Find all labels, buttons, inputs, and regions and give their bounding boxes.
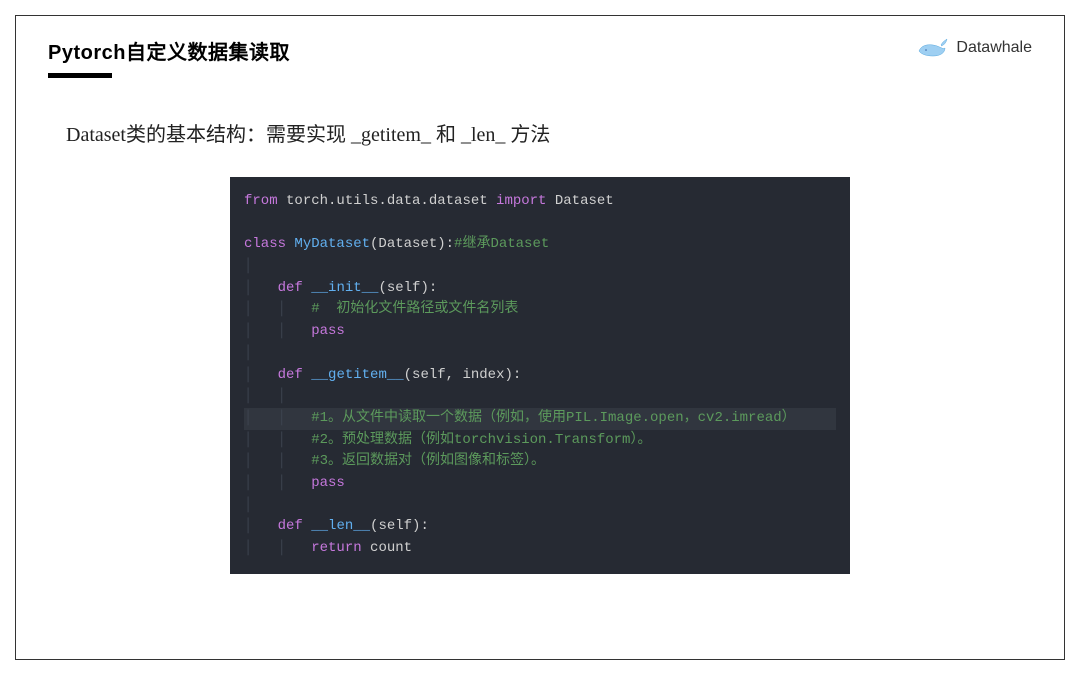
init-comment: # 初始化文件路径或文件名列表 [311, 301, 518, 317]
import-name: Dataset [546, 193, 613, 209]
slide-frame: Pytorch自定义数据集读取 Datawhale Dataset类的基本结构：… [15, 15, 1065, 660]
kw-def-getitem: def [278, 367, 303, 383]
getitem-pass: pass [311, 475, 345, 491]
module-path: torch.utils.data.dataset [278, 193, 496, 209]
title-block: Pytorch自定义数据集读取 [48, 36, 290, 78]
fn-len: __len__ [311, 518, 370, 534]
class-name: MyDataset [286, 236, 370, 252]
init-args: (self): [378, 280, 437, 296]
brand-text: Datawhale [956, 39, 1032, 57]
kw-return: return [311, 540, 361, 556]
kw-class: class [244, 236, 286, 252]
getitem-c1: #1。从文件中读取一个数据（例如，使用PIL.Image.open，cv2.im… [311, 410, 795, 426]
init-pass: pass [311, 323, 345, 339]
code-container: from torch.utils.data.dataset import Dat… [230, 177, 850, 574]
len-args: (self): [370, 518, 429, 534]
code-block: from torch.utils.data.dataset import Dat… [230, 177, 850, 574]
kw-from: from [244, 193, 278, 209]
getitem-c2: #2。预处理数据（例如torchvision.Transform）。 [311, 432, 651, 448]
class-parent: (Dataset): [370, 236, 454, 252]
slide-title: Pytorch自定义数据集读取 [48, 36, 290, 65]
class-comment: #继承Dataset [454, 236, 549, 252]
kw-def-len: def [278, 518, 303, 534]
kw-def-init: def [278, 280, 303, 296]
title-underline [48, 73, 112, 78]
header-row: Pytorch自定义数据集读取 Datawhale [48, 36, 1032, 78]
return-val: count [362, 540, 412, 556]
whale-icon [916, 36, 948, 60]
fn-getitem: __getitem__ [311, 367, 403, 383]
intro-text: Dataset类的基本结构：需要实现 _getitem_ 和 _len_ 方法 [66, 118, 1032, 147]
getitem-c3: #3。返回数据对（例如图像和标签）。 [311, 453, 545, 469]
kw-import: import [496, 193, 546, 209]
brand: Datawhale [916, 36, 1032, 60]
fn-init: __init__ [311, 280, 378, 296]
getitem-args: (self, index): [404, 367, 522, 383]
